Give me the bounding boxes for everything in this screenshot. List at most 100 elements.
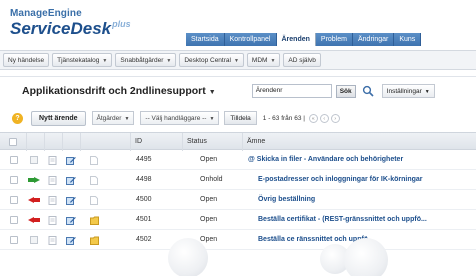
- prev-page-icon[interactable]: ‹: [319, 113, 329, 123]
- folder-icon: [90, 236, 99, 245]
- new-incident-label: Ny händelse: [8, 57, 45, 64]
- notes-icon[interactable]: [48, 196, 57, 205]
- request-subject-link[interactable]: Beställa certifikat - (REST-gränssnittet…: [258, 210, 427, 230]
- panel-header: Applikationsdrift och 2ndlinesupport ▼ Är…: [0, 77, 476, 105]
- document-icon: [90, 196, 98, 205]
- select-all-column: [0, 133, 26, 151]
- request-status: Open: [200, 216, 218, 223]
- assign-button[interactable]: Tilldela: [224, 111, 257, 125]
- tab-andringar[interactable]: Ändringar: [352, 33, 395, 46]
- edit-icon[interactable]: [66, 176, 76, 185]
- notes-icon[interactable]: [48, 236, 57, 245]
- table-row[interactable]: 4501 Open Beställa certifikat - (REST-gr…: [0, 210, 476, 230]
- notes-icon[interactable]: [48, 216, 57, 225]
- logo-vendor-text: ManageEngine: [10, 8, 82, 19]
- column-icon-1: [26, 133, 44, 151]
- request-status: Onhold: [200, 176, 223, 183]
- tab-arenden[interactable]: Ärenden: [276, 33, 316, 46]
- servicedesk-logo[interactable]: ManageEngine ServiceDeskplus: [10, 8, 131, 38]
- request-search-input[interactable]: Ärendenr: [251, 84, 332, 98]
- priority-flag-red-icon: [28, 197, 40, 203]
- table-row[interactable]: 4500 Open Övrig beställning: [0, 190, 476, 210]
- table-row[interactable]: 4498 Onhold E-postadresser och inloggnin…: [0, 170, 476, 190]
- edit-icon[interactable]: [66, 156, 76, 165]
- table-row[interactable]: 4502 Open Beställa ce ränssnittet och up…: [0, 230, 476, 250]
- search-button[interactable]: Sök: [335, 84, 356, 98]
- actions-bar: ? Nytt ärende Åtgärder ▼ -- Välj handlägg…: [0, 108, 476, 128]
- service-catalog-dropdown[interactable]: Tjänstekatalog ▼: [52, 53, 113, 67]
- chevron-down-icon: ▼: [208, 89, 216, 96]
- chevron-down-icon: ▼: [166, 58, 172, 64]
- document-icon: [90, 156, 98, 165]
- request-id: 4498: [136, 176, 152, 183]
- settings-dropdown[interactable]: Inställningar ▼: [381, 84, 435, 98]
- row-checkbox[interactable]: [10, 216, 18, 224]
- help-icon[interactable]: ?: [12, 112, 23, 124]
- request-id: 4501: [136, 216, 152, 223]
- main-tabs: Startsida Kontrollpanel Ärenden Problem …: [186, 33, 422, 46]
- request-id: 4500: [136, 196, 152, 203]
- chevron-down-icon: ▼: [124, 116, 130, 122]
- pagination: 1 - 63 från 63 | «‹ ›: [262, 113, 340, 123]
- edit-icon[interactable]: [66, 236, 76, 245]
- desktop-central-label: Desktop Central: [184, 57, 231, 64]
- row-checkbox[interactable]: [10, 196, 18, 204]
- chevron-down-icon: ▼: [209, 116, 215, 122]
- advanced-search-icon[interactable]: [362, 85, 374, 97]
- first-page-icon[interactable]: «: [308, 113, 318, 123]
- new-incident-button[interactable]: Ny händelse: [3, 53, 50, 67]
- quick-actions-dropdown[interactable]: Snabbåtgärder ▼: [115, 53, 177, 67]
- technician-select[interactable]: -- Välj handläggare -- ▼: [140, 111, 220, 125]
- ad-self-service-label: AD självb: [288, 57, 316, 64]
- column-id[interactable]: ID: [130, 133, 182, 151]
- quick-actions-label: Snabbåtgärder: [120, 57, 164, 64]
- priority-icon: [30, 236, 38, 244]
- overlay-circle: [168, 238, 208, 276]
- tab-startsida[interactable]: Startsida: [186, 33, 225, 46]
- request-status: Open: [200, 156, 218, 163]
- tab-problem[interactable]: Problem: [315, 33, 353, 46]
- pagination-text: 1 - 63 från 63 |: [262, 114, 305, 122]
- mdm-dropdown[interactable]: MDM ▼: [246, 53, 281, 67]
- row-checkbox[interactable]: [10, 176, 18, 184]
- priority-icon: [30, 156, 38, 164]
- requests-panel: Applikationsdrift och 2ndlinesupport ▼ Är…: [0, 76, 476, 276]
- desktop-central-dropdown[interactable]: Desktop Central ▼: [179, 53, 244, 67]
- tab-kontrollpanel[interactable]: Kontrollpanel: [224, 33, 277, 46]
- ad-self-service-button[interactable]: AD självb: [283, 53, 321, 67]
- column-subject[interactable]: Ämne: [242, 133, 476, 151]
- row-checkbox[interactable]: [10, 236, 18, 244]
- tab-kunskapsbas[interactable]: Kuns: [394, 33, 422, 46]
- request-id: 4502: [136, 236, 152, 243]
- technician-select-label: -- Välj handläggare --: [145, 115, 207, 122]
- request-subject-link[interactable]: @ Skicka in filer - Användare och behöri…: [248, 150, 403, 170]
- new-request-button[interactable]: Nytt ärende: [31, 110, 86, 126]
- column-icon-2: [44, 133, 62, 151]
- logo-product-name: ServiceDesk: [10, 19, 112, 38]
- quick-toolbar: Ny händelse Tjänstekatalog ▼ Snabbåtgärde…: [0, 50, 476, 70]
- settings-label: Inställningar: [386, 88, 422, 95]
- request-subject-link[interactable]: E-postadresser och inloggningar för IK-k…: [258, 170, 423, 190]
- table-row[interactable]: 4495 Open @ Skicka in filer - Användare …: [0, 150, 476, 170]
- actions-select-label: Åtgärder: [96, 115, 122, 122]
- logo-product-text: ServiceDeskplus: [10, 20, 131, 37]
- notes-icon[interactable]: [48, 156, 57, 165]
- column-icon-3: [62, 133, 80, 151]
- request-subject-link[interactable]: Övrig beställning: [258, 190, 315, 210]
- view-title: Applikationsdrift och 2ndlinesupport: [22, 85, 206, 97]
- request-status: Open: [200, 196, 218, 203]
- edit-icon[interactable]: [66, 196, 76, 205]
- column-icon-4: [80, 133, 130, 151]
- column-status[interactable]: Status: [182, 133, 242, 151]
- priority-flag-green-icon: [28, 177, 40, 183]
- view-selector[interactable]: Applikationsdrift och 2ndlinesupport ▼: [22, 85, 216, 97]
- row-checkbox[interactable]: [10, 156, 18, 164]
- edit-icon[interactable]: [66, 216, 76, 225]
- next-page-icon[interactable]: ›: [330, 113, 340, 123]
- app-header: ManageEngine ServiceDeskplus Startsida K…: [0, 0, 476, 46]
- requests-table: ID Status Ämne 4495 Open @ Skicka in fil…: [0, 132, 476, 250]
- service-catalog-label: Tjänstekatalog: [57, 57, 100, 64]
- notes-icon[interactable]: [48, 176, 57, 185]
- select-all-checkbox[interactable]: [9, 138, 17, 146]
- actions-select[interactable]: Åtgärder ▼: [91, 111, 135, 125]
